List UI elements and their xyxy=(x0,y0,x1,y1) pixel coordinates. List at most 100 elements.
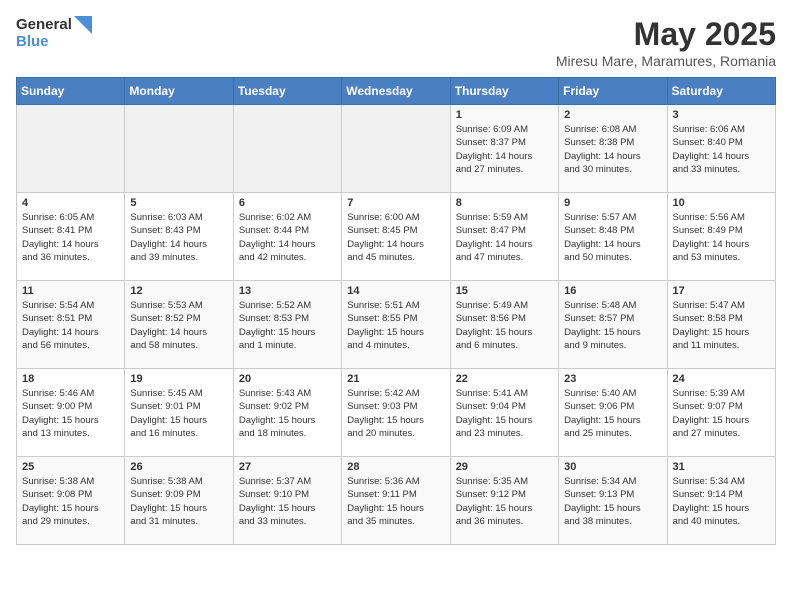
calendar-cell-2-5: 16 Sunrise: 5:48 AM Sunset: 8:57 PM Dayli… xyxy=(559,281,667,369)
day-info: Sunrise: 6:08 AM Sunset: 8:38 PM Dayligh… xyxy=(564,123,661,176)
calendar-cell-0-4: 1 Sunrise: 6:09 AM Sunset: 8:37 PM Daylig… xyxy=(450,105,558,193)
day-info: Sunrise: 5:45 AM Sunset: 9:01 PM Dayligh… xyxy=(130,387,227,440)
calendar-cell-0-5: 2Sunrise: 6:08 AM Sunset: 8:38 PM Daylig… xyxy=(559,105,667,193)
calendar-cell-4-2: 27 Sunrise: 5:37 AM Sunset: 9:10 PM Dayli… xyxy=(233,457,341,545)
calendar-cell-2-1: 12 Sunrise: 5:53 AM Sunset: 8:52 PM Dayli… xyxy=(125,281,233,369)
header-saturday: Saturday xyxy=(667,78,775,105)
day-number: 12 xyxy=(130,285,227,297)
calendar-cell-1-1: 5 Sunrise: 6:03 AM Sunset: 8:43 PM Daylig… xyxy=(125,193,233,281)
day-number: 21 xyxy=(347,373,444,385)
day-number: 15 xyxy=(456,285,553,297)
calendar-cell-4-5: 30Sunrise: 5:34 AM Sunset: 9:13 PM Dayli… xyxy=(559,457,667,545)
calendar-cell-2-3: 14Sunrise: 5:51 AM Sunset: 8:55 PM Dayli… xyxy=(342,281,450,369)
week-row-5: 25 Sunrise: 5:38 AM Sunset: 9:08 PM Dayli… xyxy=(17,457,776,545)
day-number: 8 xyxy=(456,197,553,209)
day-number: 5 xyxy=(130,197,227,209)
day-info: Sunrise: 6:09 AM Sunset: 8:37 PM Dayligh… xyxy=(456,123,553,176)
calendar-cell-1-6: 10 Sunrise: 5:56 AM Sunset: 8:49 PM Dayli… xyxy=(667,193,775,281)
calendar-cell-2-6: 17 Sunrise: 5:47 AM Sunset: 8:58 PM Dayli… xyxy=(667,281,775,369)
day-number: 10 xyxy=(673,197,770,209)
calendar-cell-0-2 xyxy=(233,105,341,193)
header-wednesday: Wednesday xyxy=(342,78,450,105)
calendar-cell-3-1: 19 Sunrise: 5:45 AM Sunset: 9:01 PM Dayli… xyxy=(125,369,233,457)
day-info: Sunrise: 5:39 AM Sunset: 9:07 PM Dayligh… xyxy=(673,387,770,440)
week-row-3: 11Sunrise: 5:54 AM Sunset: 8:51 PM Dayli… xyxy=(17,281,776,369)
day-info: Sunrise: 5:49 AM Sunset: 8:56 PM Dayligh… xyxy=(456,299,553,352)
day-number: 14 xyxy=(347,285,444,297)
day-info: Sunrise: 5:40 AM Sunset: 9:06 PM Dayligh… xyxy=(564,387,661,440)
calendar-cell-2-4: 15 Sunrise: 5:49 AM Sunset: 8:56 PM Dayli… xyxy=(450,281,558,369)
calendar-cell-1-0: 4Sunrise: 6:05 AM Sunset: 8:41 PM Daylig… xyxy=(17,193,125,281)
calendar-cell-0-6: 3Sunrise: 6:06 AM Sunset: 8:40 PM Daylig… xyxy=(667,105,775,193)
calendar-cell-1-4: 8Sunrise: 5:59 AM Sunset: 8:47 PM Daylig… xyxy=(450,193,558,281)
title-area: May 2025 Miresu Mare, Maramures, Romania xyxy=(556,16,776,69)
day-info: Sunrise: 5:42 AM Sunset: 9:03 PM Dayligh… xyxy=(347,387,444,440)
calendar-header-row: SundayMondayTuesdayWednesdayThursdayFrid… xyxy=(17,78,776,105)
calendar-cell-1-5: 9Sunrise: 5:57 AM Sunset: 8:48 PM Daylig… xyxy=(559,193,667,281)
day-number: 7 xyxy=(347,197,444,209)
week-row-2: 4Sunrise: 6:05 AM Sunset: 8:41 PM Daylig… xyxy=(17,193,776,281)
header-sunday: Sunday xyxy=(17,78,125,105)
logo-general: General xyxy=(16,17,72,34)
day-info: Sunrise: 5:37 AM Sunset: 9:10 PM Dayligh… xyxy=(239,475,336,528)
day-number: 31 xyxy=(673,461,770,473)
day-info: Sunrise: 6:03 AM Sunset: 8:43 PM Dayligh… xyxy=(130,211,227,264)
calendar-cell-0-0 xyxy=(17,105,125,193)
day-info: Sunrise: 5:56 AM Sunset: 8:49 PM Dayligh… xyxy=(673,211,770,264)
day-number: 16 xyxy=(564,285,661,297)
day-number: 24 xyxy=(673,373,770,385)
calendar-cell-3-6: 24 Sunrise: 5:39 AM Sunset: 9:07 PM Dayli… xyxy=(667,369,775,457)
calendar-cell-4-4: 29 Sunrise: 5:35 AM Sunset: 9:12 PM Dayli… xyxy=(450,457,558,545)
logo-blue: Blue xyxy=(16,34,92,51)
header-friday: Friday xyxy=(559,78,667,105)
calendar-cell-0-3 xyxy=(342,105,450,193)
day-number: 22 xyxy=(456,373,553,385)
header-thursday: Thursday xyxy=(450,78,558,105)
day-info: Sunrise: 5:35 AM Sunset: 9:12 PM Dayligh… xyxy=(456,475,553,528)
day-info: Sunrise: 5:52 AM Sunset: 8:53 PM Dayligh… xyxy=(239,299,336,352)
day-info: Sunrise: 5:46 AM Sunset: 9:00 PM Dayligh… xyxy=(22,387,119,440)
day-number: 26 xyxy=(130,461,227,473)
calendar-cell-3-4: 22 Sunrise: 5:41 AM Sunset: 9:04 PM Dayli… xyxy=(450,369,558,457)
day-number: 13 xyxy=(239,285,336,297)
day-number: 28 xyxy=(347,461,444,473)
day-info: Sunrise: 5:38 AM Sunset: 9:08 PM Dayligh… xyxy=(22,475,119,528)
day-info: Sunrise: 5:48 AM Sunset: 8:57 PM Dayligh… xyxy=(564,299,661,352)
day-info: Sunrise: 5:54 AM Sunset: 8:51 PM Dayligh… xyxy=(22,299,119,352)
page-header: General Blue May 2025 Miresu Mare, Maram… xyxy=(16,16,776,69)
day-number: 19 xyxy=(130,373,227,385)
calendar-cell-3-2: 20Sunrise: 5:43 AM Sunset: 9:02 PM Dayli… xyxy=(233,369,341,457)
day-info: Sunrise: 6:02 AM Sunset: 8:44 PM Dayligh… xyxy=(239,211,336,264)
calendar-cell-2-0: 11Sunrise: 5:54 AM Sunset: 8:51 PM Dayli… xyxy=(17,281,125,369)
week-row-1: 1 Sunrise: 6:09 AM Sunset: 8:37 PM Daylig… xyxy=(17,105,776,193)
day-number: 20 xyxy=(239,373,336,385)
calendar-cell-4-3: 28 Sunrise: 5:36 AM Sunset: 9:11 PM Dayli… xyxy=(342,457,450,545)
day-number: 17 xyxy=(673,285,770,297)
calendar-cell-0-1 xyxy=(125,105,233,193)
day-number: 25 xyxy=(22,461,119,473)
day-number: 27 xyxy=(239,461,336,473)
day-info: Sunrise: 5:34 AM Sunset: 9:13 PM Dayligh… xyxy=(564,475,661,528)
calendar-cell-3-0: 18 Sunrise: 5:46 AM Sunset: 9:00 PM Dayli… xyxy=(17,369,125,457)
day-number: 1 xyxy=(456,109,553,121)
day-info: Sunrise: 6:05 AM Sunset: 8:41 PM Dayligh… xyxy=(22,211,119,264)
logo-triangle-icon xyxy=(74,16,92,34)
day-info: Sunrise: 5:53 AM Sunset: 8:52 PM Dayligh… xyxy=(130,299,227,352)
month-title: May 2025 xyxy=(556,16,776,53)
calendar-cell-2-2: 13 Sunrise: 5:52 AM Sunset: 8:53 PM Dayli… xyxy=(233,281,341,369)
day-info: Sunrise: 5:38 AM Sunset: 9:09 PM Dayligh… xyxy=(130,475,227,528)
day-info: Sunrise: 6:06 AM Sunset: 8:40 PM Dayligh… xyxy=(673,123,770,176)
location-subtitle: Miresu Mare, Maramures, Romania xyxy=(556,53,776,69)
day-info: Sunrise: 5:47 AM Sunset: 8:58 PM Dayligh… xyxy=(673,299,770,352)
calendar-cell-3-3: 21 Sunrise: 5:42 AM Sunset: 9:03 PM Dayli… xyxy=(342,369,450,457)
day-number: 29 xyxy=(456,461,553,473)
day-info: Sunrise: 5:41 AM Sunset: 9:04 PM Dayligh… xyxy=(456,387,553,440)
day-info: Sunrise: 6:00 AM Sunset: 8:45 PM Dayligh… xyxy=(347,211,444,264)
day-number: 9 xyxy=(564,197,661,209)
day-number: 23 xyxy=(564,373,661,385)
day-info: Sunrise: 5:36 AM Sunset: 9:11 PM Dayligh… xyxy=(347,475,444,528)
day-number: 18 xyxy=(22,373,119,385)
day-number: 6 xyxy=(239,197,336,209)
calendar-cell-1-2: 6 Sunrise: 6:02 AM Sunset: 8:44 PM Daylig… xyxy=(233,193,341,281)
header-monday: Monday xyxy=(125,78,233,105)
